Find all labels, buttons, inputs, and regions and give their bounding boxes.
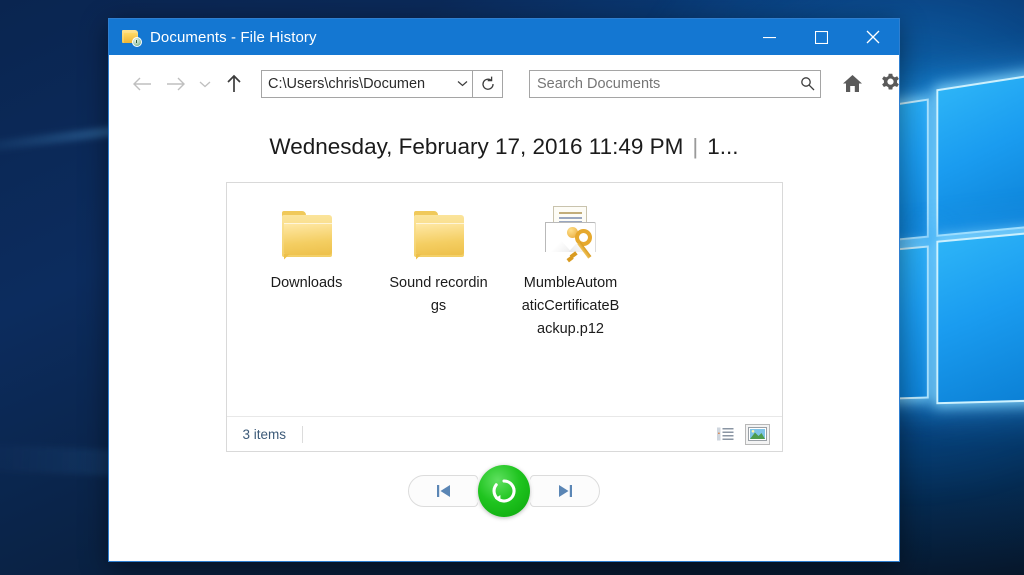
up-button[interactable] [217, 67, 251, 101]
file-label: Downloads [270, 275, 343, 291]
file-item-downloads[interactable]: Downloads [253, 201, 361, 295]
heading-separator: | [692, 134, 699, 159]
restore-button[interactable] [478, 465, 530, 517]
file-list-pane: Downloads Sound recordings MumbleAutomat… [225, 182, 783, 452]
file-label: Sound recordings [389, 275, 488, 314]
chevron-down-icon[interactable] [452, 80, 472, 87]
search-input[interactable] [530, 74, 794, 93]
maximize-button[interactable] [795, 19, 847, 55]
version-date-text: Wednesday, February 17, 2016 11:49 PM [269, 134, 684, 159]
view-buttons [713, 423, 770, 445]
logo-pane [936, 71, 1024, 237]
settings-gear-icon[interactable] [871, 66, 909, 102]
thumbnails-view-button[interactable] [744, 423, 770, 445]
forward-button[interactable] [159, 67, 193, 101]
main-content: Wednesday, February 17, 2016 11:49 PM | 1.… [109, 112, 899, 561]
logo-pane [936, 230, 1024, 405]
window-controls [743, 19, 899, 55]
version-counter: 1... [707, 134, 739, 159]
certificate-key-icon [538, 205, 604, 265]
status-bar: 3 items [226, 416, 782, 451]
address-text: C:\Users\chris\Documen [268, 75, 426, 92]
recent-locations-button[interactable] [193, 67, 217, 101]
status-divider [302, 425, 304, 443]
address-bar[interactable]: C:\Users\chris\Documen [261, 69, 473, 98]
file-label: MumbleAutomaticCertificateBackup.p12 [521, 275, 620, 337]
close-button[interactable] [847, 19, 899, 55]
details-view-button[interactable] [713, 424, 738, 445]
minimize-button[interactable] [743, 19, 795, 55]
refresh-button[interactable] [473, 69, 503, 98]
next-version-button[interactable] [530, 475, 600, 507]
title-bar: Documents - File History [109, 19, 899, 55]
file-item-sound-recordings[interactable]: Sound recordings [385, 201, 493, 318]
file-item-certificate-backup[interactable]: MumbleAutomaticCertificateBackup.p12 [517, 201, 625, 341]
folder-icon [274, 205, 340, 265]
folder-icon [406, 205, 472, 265]
back-button[interactable] [125, 67, 159, 101]
window-title: Documents - File History [150, 28, 317, 46]
restore-controls [408, 452, 600, 530]
version-date-heading: Wednesday, February 17, 2016 11:49 PM | 1.… [269, 134, 738, 160]
search-box[interactable] [529, 69, 821, 98]
item-count-label: 3 items [242, 426, 287, 442]
previous-version-button[interactable] [408, 475, 478, 507]
file-history-window: Documents - File History C:\Users\chris\… [108, 18, 900, 562]
navigation-toolbar: C:\Users\chris\Documen [109, 55, 899, 112]
search-icon[interactable] [794, 76, 820, 91]
folder-history-icon [122, 29, 142, 47]
file-grid: Downloads Sound recordings MumbleAutomat… [227, 183, 782, 416]
home-button[interactable] [833, 66, 871, 102]
